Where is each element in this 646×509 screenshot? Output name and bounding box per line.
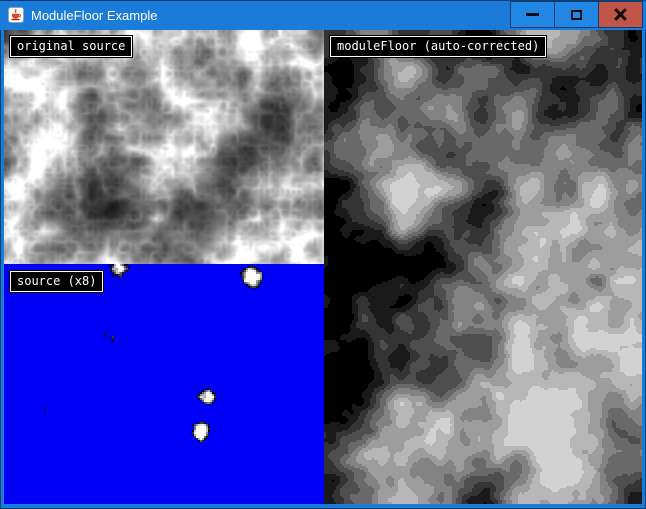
titlebar[interactable]: ModuleFloor Example (0, 0, 646, 30)
window-controls (511, 1, 643, 28)
minimize-button[interactable] (510, 1, 555, 28)
source-x8-label: source (x8) (10, 271, 103, 292)
source-x8-canvas (4, 264, 324, 504)
render-area: original source moduleFloor (auto-correc… (4, 30, 642, 504)
java-coffee-cup-icon (8, 7, 24, 23)
close-button[interactable] (598, 1, 643, 28)
close-icon (613, 7, 628, 22)
minimize-icon (526, 13, 539, 16)
modulefloor-canvas (324, 30, 642, 504)
modulefloor-label: moduleFloor (auto-corrected) (330, 36, 546, 57)
original-source-canvas (4, 30, 324, 264)
window-title: ModuleFloor Example (31, 0, 157, 30)
maximize-icon (571, 10, 582, 20)
maximize-button[interactable] (554, 1, 599, 28)
original-source-label: original source (10, 36, 132, 57)
app-window: ModuleFloor Example original source modu… (0, 0, 646, 509)
